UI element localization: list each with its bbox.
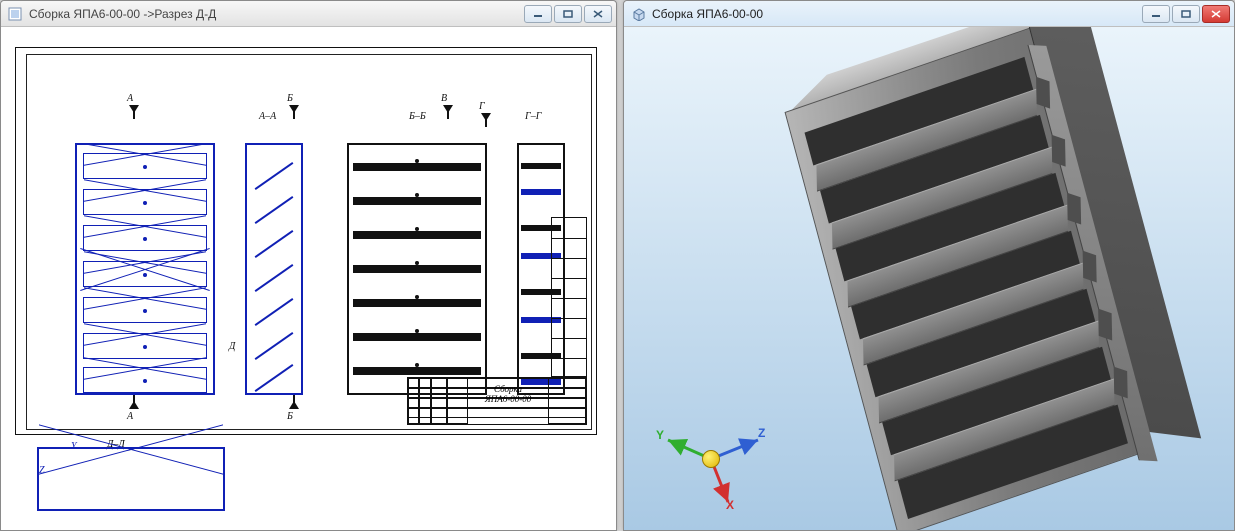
- doc-3d-icon: [630, 6, 646, 22]
- triad-origin-icon: [702, 450, 720, 468]
- view-front: [75, 143, 215, 395]
- title-block: Сборка ЯПА6-00-00: [407, 377, 587, 425]
- window-controls-3d: [1142, 5, 1230, 23]
- window-2d-drawing: Сборка ЯПА6-00-00 ->Разрез Д-Д А А–А Б Б…: [0, 0, 617, 531]
- orientation-triad[interactable]: X Y Z: [654, 390, 774, 510]
- view-side-aa: [245, 143, 303, 395]
- section-label-gg: Г–Г: [525, 111, 541, 122]
- sheet-frame: А А–А Б Б–Б В Г Г–Г: [26, 54, 592, 430]
- section-marker-g-top: Г: [479, 101, 485, 112]
- window-3d-model: Сборка ЯПА6-00-00: [623, 0, 1235, 531]
- sheet-border: А А–А Б Б–Б В Г Г–Г: [15, 47, 597, 435]
- minimize-button[interactable]: [524, 5, 552, 23]
- arrow-icon: [129, 105, 139, 119]
- arrow-icon: [129, 395, 139, 409]
- section-marker-b-bottom: Б: [287, 411, 293, 422]
- arrow-icon: [289, 105, 299, 119]
- minimize-button[interactable]: [1142, 5, 1170, 23]
- window-controls-2d: [524, 5, 612, 23]
- section-marker-d: Д: [229, 341, 235, 352]
- section-label-aa: А–А: [259, 111, 276, 122]
- view-plan-dd: [37, 447, 225, 511]
- titleblock-side-column: [551, 217, 587, 377]
- titleblock-name: Сборка ЯПА6-00-00: [470, 384, 546, 404]
- view-section-bb: [347, 143, 487, 395]
- drawing-viewport[interactable]: А А–А Б Б–Б В Г Г–Г: [1, 27, 616, 530]
- close-button[interactable]: [584, 5, 612, 23]
- doc-2d-icon: [7, 6, 23, 22]
- maximize-button[interactable]: [554, 5, 582, 23]
- arrow-icon: [289, 395, 299, 409]
- axis-label-y: Y: [656, 428, 664, 442]
- axis-label-z: Z: [758, 426, 765, 440]
- window-title-2d: Сборка ЯПА6-00-00 ->Разрез Д-Д: [29, 7, 524, 21]
- section-marker-v-top: В: [441, 93, 447, 104]
- section-marker-b-top: Б: [287, 93, 293, 104]
- arrow-icon: [481, 113, 491, 127]
- 3d-viewport[interactable]: X Y Z: [624, 27, 1234, 530]
- section-marker-a-bottom: А: [127, 411, 133, 422]
- title-bar-3d[interactable]: Сборка ЯПА6-00-00: [624, 1, 1234, 27]
- title-bar-2d[interactable]: Сборка ЯПА6-00-00 ->Разрез Д-Д: [1, 1, 616, 27]
- maximize-button[interactable]: [1172, 5, 1200, 23]
- section-marker-a-top: А: [127, 93, 133, 104]
- arrow-icon: [443, 105, 453, 119]
- window-title-3d: Сборка ЯПА6-00-00: [652, 7, 1142, 21]
- axis-label-x: X: [726, 498, 734, 512]
- section-label-bb: Б–Б: [409, 111, 426, 122]
- close-button[interactable]: [1202, 5, 1230, 23]
